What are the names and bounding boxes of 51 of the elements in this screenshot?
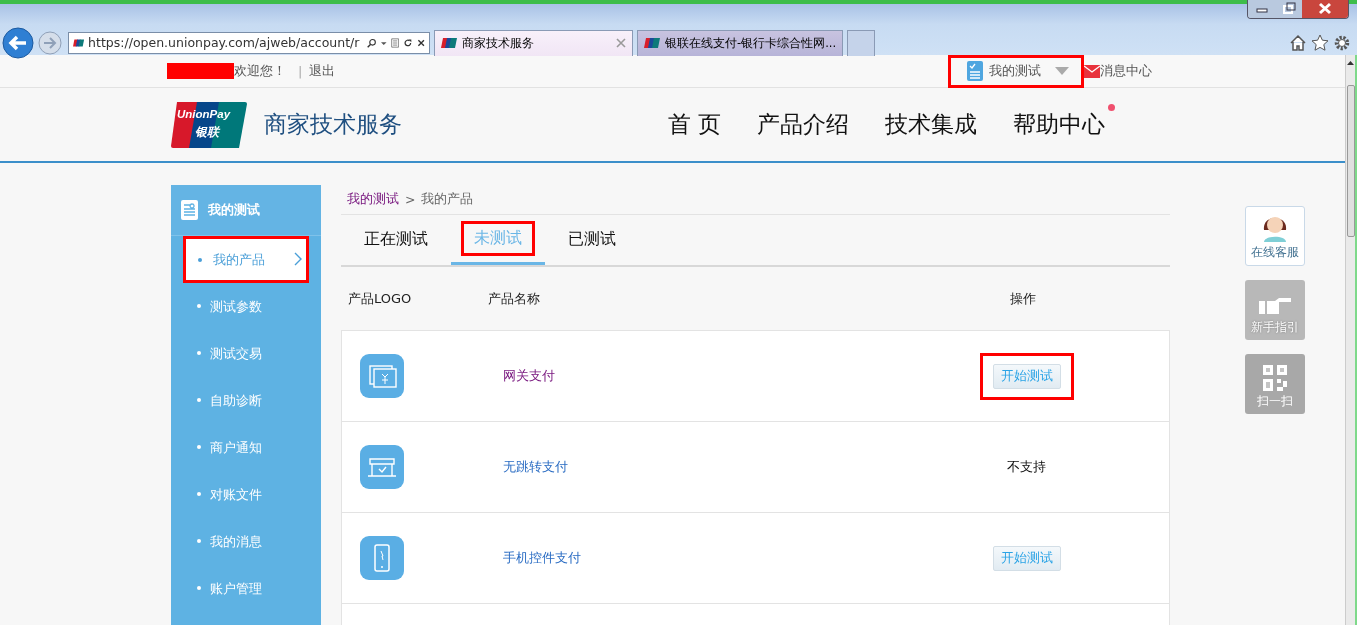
browser-tab[interactable]: 商家技术服务 [434, 29, 633, 56]
pointing-hand-icon [1257, 295, 1293, 317]
address-text: https://open.unionpay.com/ajweb/account/r [88, 35, 360, 50]
home-icon[interactable] [1289, 33, 1307, 52]
tab[interactable]: 已测试 [555, 215, 629, 267]
tab-logo-icon [644, 37, 660, 49]
breadcrumb-separator: > [405, 192, 416, 207]
scrollbar-thumb[interactable] [1347, 85, 1355, 237]
logout-link[interactable]: 退出 [309, 62, 336, 80]
caret-icon [1055, 67, 1069, 75]
site-title: 商家技术服务 [264, 110, 402, 139]
product-link[interactable]: 网关支付 [485, 367, 885, 385]
nav-link[interactable]: 产品介绍 [757, 109, 849, 140]
star-icon[interactable] [1311, 33, 1329, 52]
side-tool-button[interactable]: 在线客服 [1245, 206, 1305, 266]
message-center-link[interactable]: 消息中心 [1100, 62, 1152, 80]
settings-icon[interactable] [1333, 33, 1351, 52]
breadcrumb-current: 我的产品 [421, 191, 474, 208]
separator: | [298, 63, 303, 79]
column-header: 产品LOGO [348, 289, 413, 308]
column-header: 产品名称 [488, 289, 541, 308]
minimize-icon[interactable] [1248, 0, 1276, 18]
scroll-up-icon[interactable] [1346, 59, 1355, 67]
welcome-text: 欢迎您！ [234, 62, 286, 80]
restore-icon[interactable] [1276, 0, 1302, 18]
menu-label: 我的测试 [989, 62, 1041, 80]
tab-logo-icon [441, 37, 457, 49]
browser-tab[interactable]: 银联在线支付-银行卡综合性网... [637, 29, 844, 56]
product-link[interactable]: 无跳转支付 [485, 458, 885, 476]
product-icon [360, 354, 404, 398]
nav-link[interactable]: 技术集成 [885, 109, 977, 140]
status-text: 不支持 [1006, 458, 1046, 476]
checklist-icon [181, 200, 198, 220]
product-icon [360, 445, 404, 489]
checklist-icon [967, 61, 983, 81]
nav-link[interactable]: 帮助中心 [1013, 109, 1105, 140]
address-field[interactable]: https://open.unionpay.com/ajweb/account/r [68, 31, 430, 54]
product-link[interactable]: 手机控件支付 [485, 549, 885, 567]
back-icon[interactable] [2, 26, 34, 59]
product-icon [360, 536, 404, 580]
breadcrumb-link[interactable]: 我的测试 [347, 191, 399, 208]
sidebar-item[interactable]: 我的产品 [183, 236, 309, 283]
column-header: 操作 [1009, 289, 1037, 308]
my-test-menu[interactable]: 我的测试 [948, 54, 1084, 88]
mail-icon [1084, 64, 1100, 78]
sidebar-title: 我的测试 [208, 201, 260, 219]
nav-link[interactable]: 首 页 [667, 109, 721, 140]
redaction-mark [167, 63, 234, 79]
qr-code-icon [1263, 365, 1287, 391]
chevron-right-icon [294, 252, 302, 266]
tab[interactable]: 正在测试 [351, 215, 441, 267]
